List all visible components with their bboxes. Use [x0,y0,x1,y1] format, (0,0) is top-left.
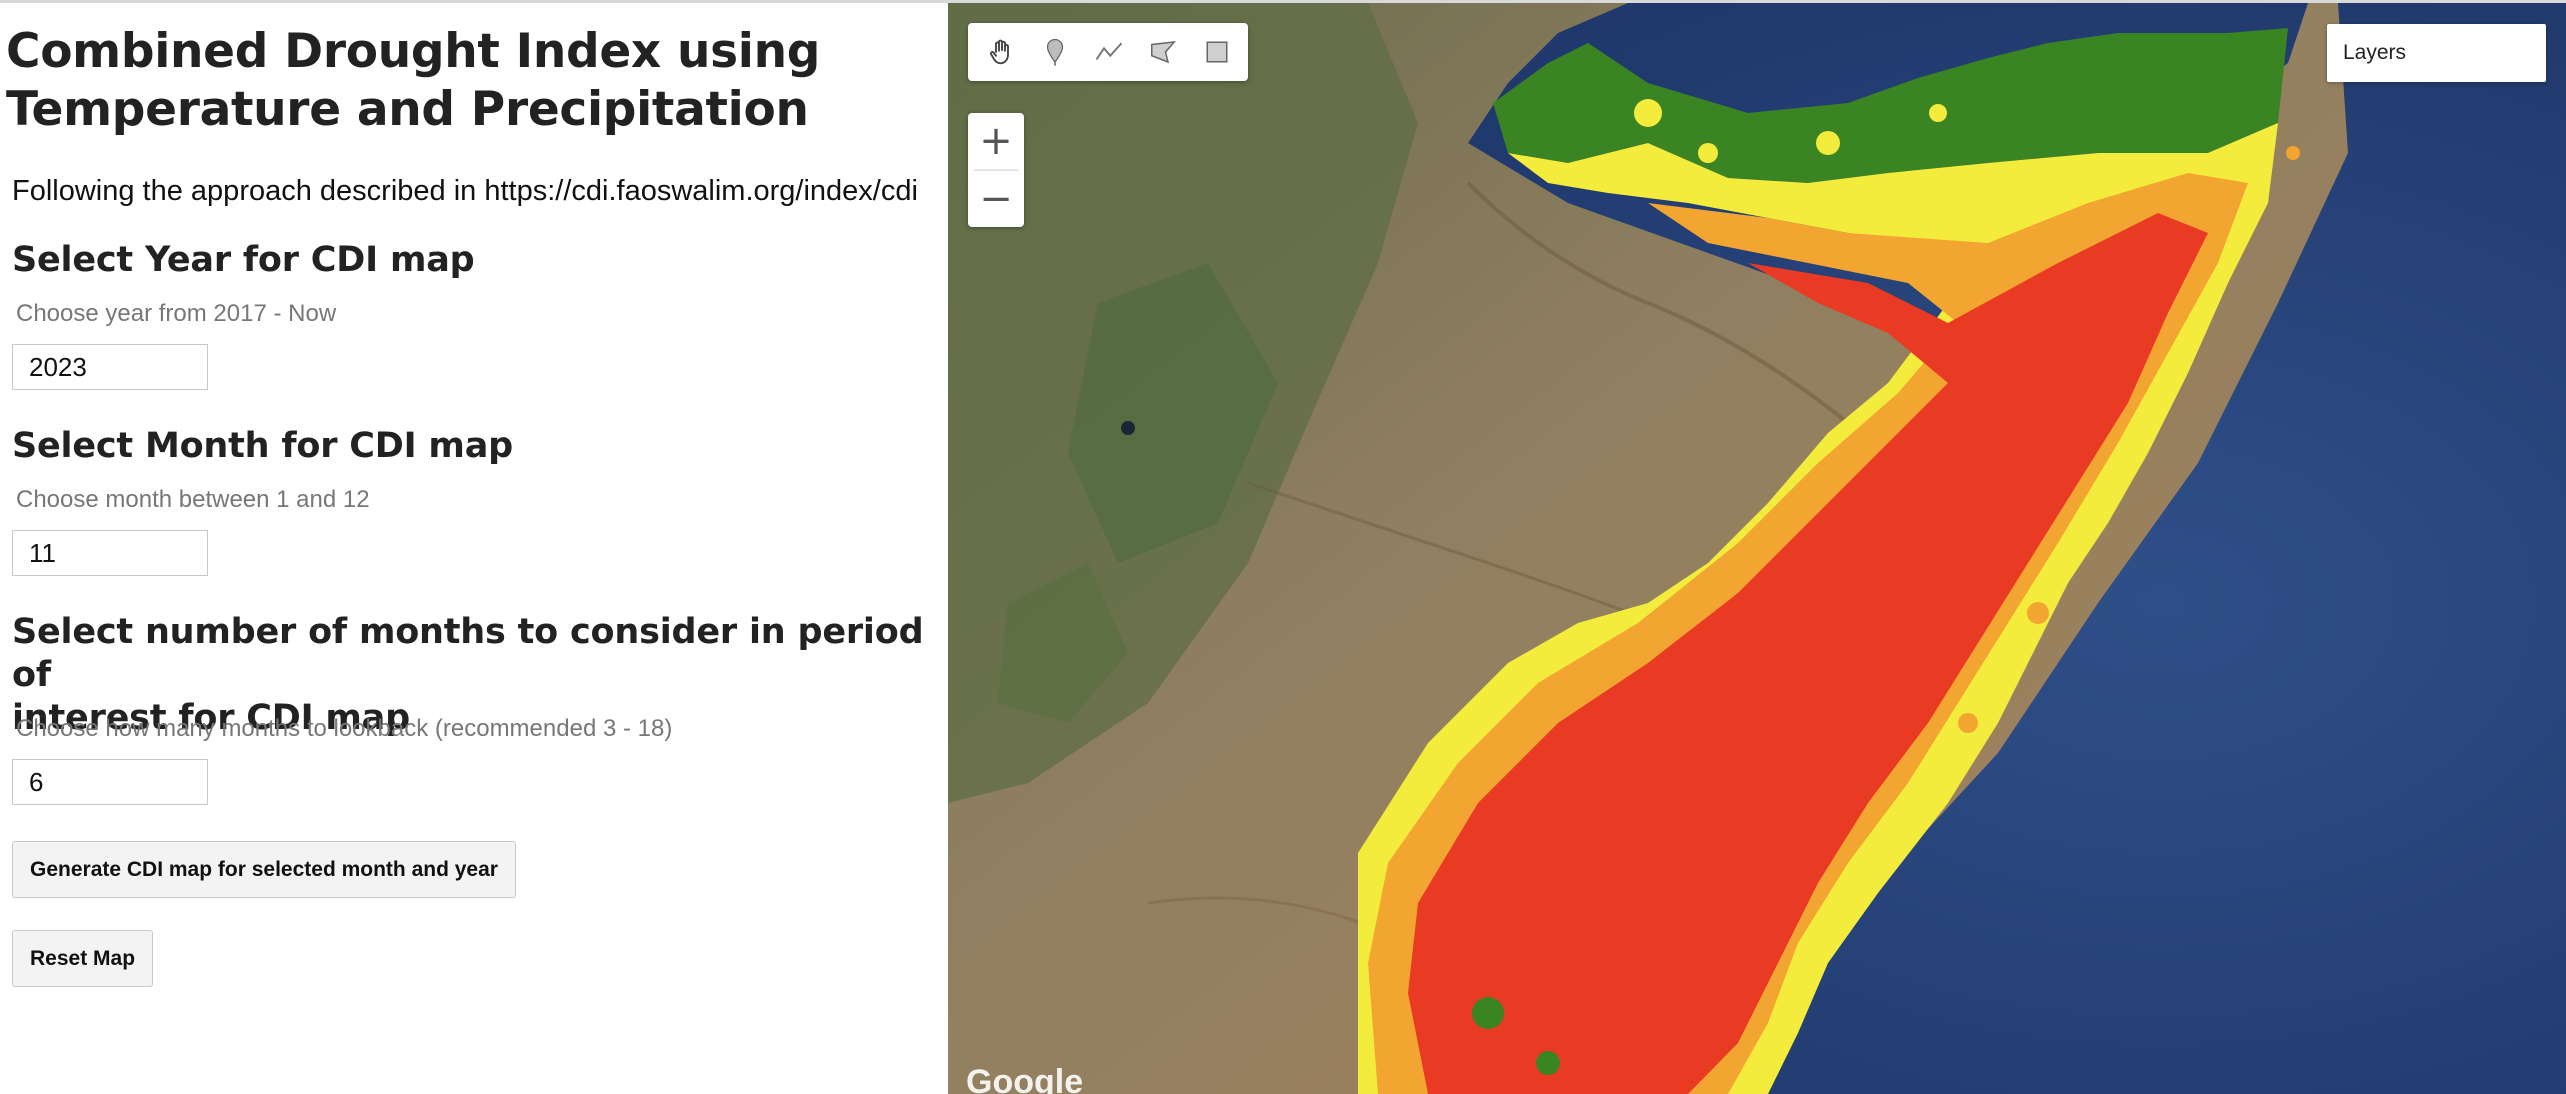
title-line-2: Temperature and Precipitation [6,82,809,137]
polygon-icon[interactable] [1136,25,1190,79]
minus-icon: − [979,176,1013,222]
period-hint: Choose how many months to lookback (reco… [16,715,673,742]
page-title: Combined Drought Index using Temperature… [6,23,820,139]
map-view[interactable]: + − Layers Google [948,3,2566,1094]
period-input[interactable] [12,759,208,805]
year-hint: Choose year from 2017 - Now [16,300,337,327]
control-panel: Combined Drought Index using Temperature… [0,3,948,1094]
drawing-toolbar [968,23,1248,81]
zoom-out-button[interactable]: − [968,171,1024,227]
zoom-in-button[interactable]: + [968,113,1024,169]
line-icon[interactable] [1082,25,1136,79]
zoom-controls: + − [968,113,1024,227]
cdi-tip-dot [2286,146,2300,160]
year-heading: Select Year for CDI map [12,240,475,280]
generate-cdi-button[interactable]: Generate CDI map for selected month and … [12,841,516,898]
layers-button[interactable]: Layers [2327,24,2546,82]
month-heading: Select Month for CDI map [12,426,513,466]
month-hint: Choose month between 1 and 12 [16,486,370,513]
title-line-1: Combined Drought Index using [6,24,821,79]
month-input[interactable] [12,530,208,576]
reset-map-button[interactable]: Reset Map [12,930,154,987]
year-input[interactable] [12,344,208,390]
map-attribution: Google [966,1063,1084,1094]
plus-icon: + [979,118,1013,164]
marker-icon[interactable] [1028,25,1082,79]
rectangle-icon[interactable] [1190,25,1244,79]
description-text: Following the approach described in http… [12,175,918,207]
satellite-basemap [948,3,2566,1094]
hand-icon[interactable] [974,25,1028,79]
period-heading-line-1: Select number of months to consider in p… [12,612,924,695]
